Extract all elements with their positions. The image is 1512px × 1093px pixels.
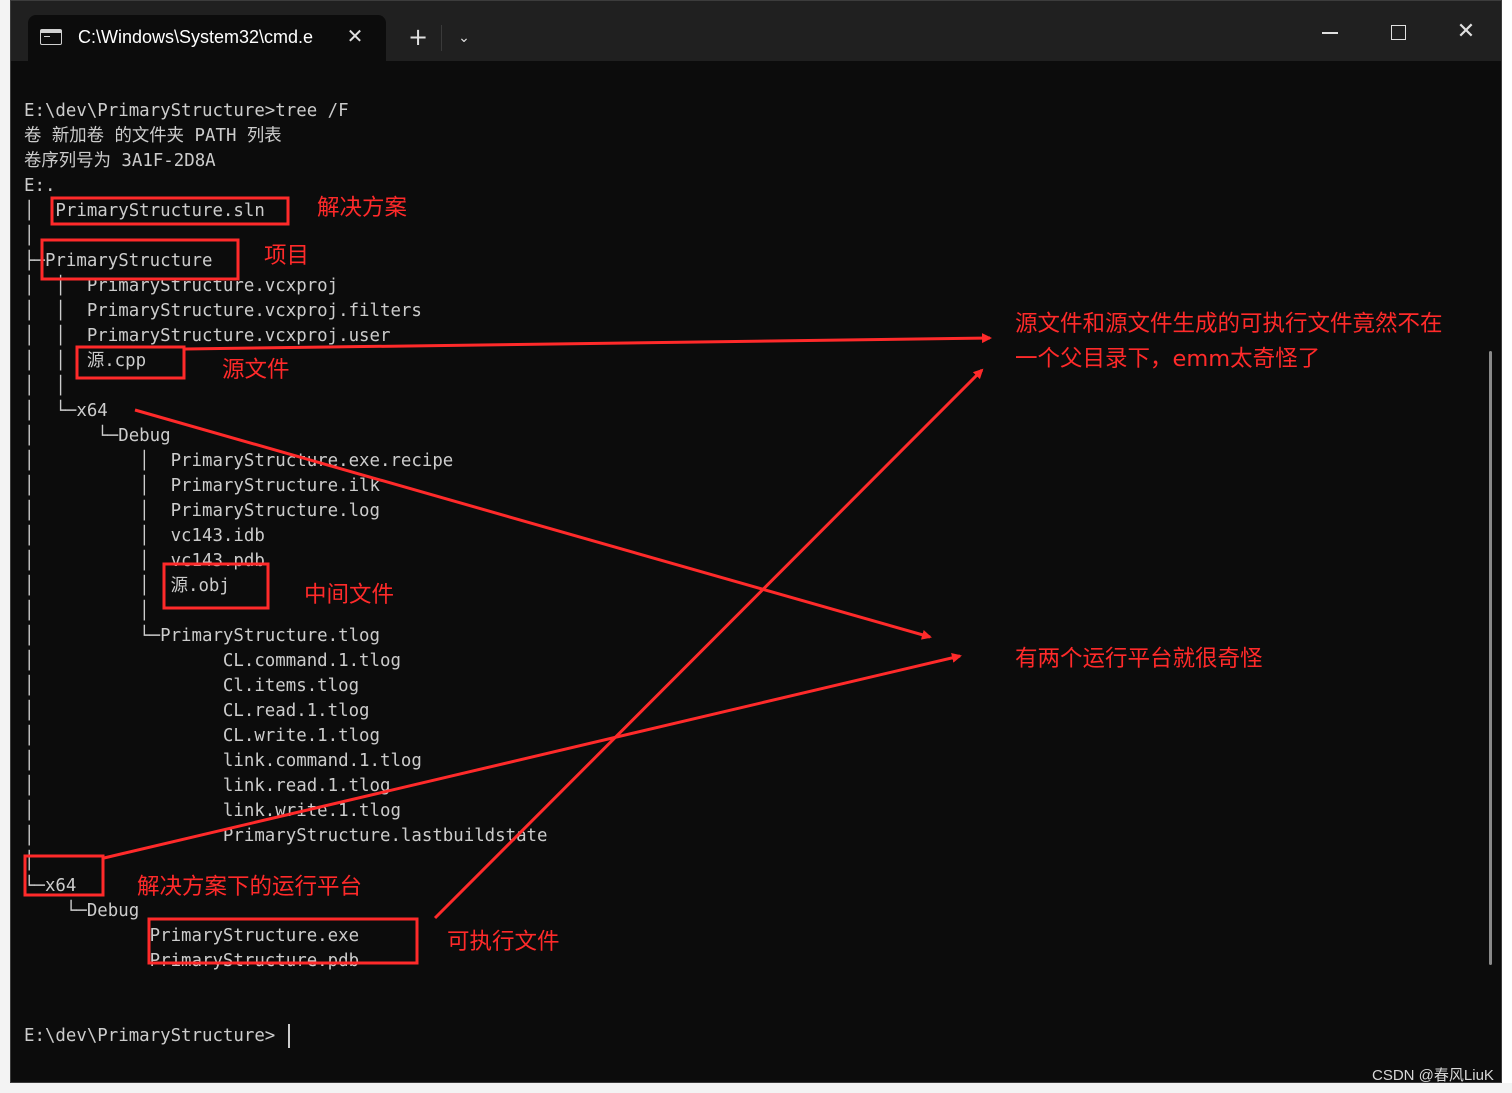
highlight-exe [147,917,419,965]
arrow-x64-platform [134,408,932,640]
arrow-exe-note [433,368,984,920]
annotation-platforms: 有两个运行平台就很奇怪 [1015,646,1263,672]
highlight-project [40,238,240,281]
annotation-intermediate: 中间文件 [304,582,395,608]
annotation-overlay [23,196,992,965]
annotation-solution-platform: 解决方案下的运行平台 [137,874,363,900]
watermark: CSDN @春风LiuK [1372,1067,1494,1084]
highlight-x64 [23,854,105,897]
highlight-obj [162,562,270,610]
annotation-note-line1: 源文件和源文件生成的可执行文件竟然不在 [1015,311,1443,337]
annotation-note-line2: 一个父目录下，emm太奇怪了 [1015,346,1321,372]
highlight-sln [50,196,290,226]
arrow-solution-platform [103,652,962,860]
annotation-project: 项目 [264,243,310,269]
annotation-executable: 可执行文件 [447,929,560,955]
arrow-source-note [184,333,992,351]
highlight-source [75,345,186,380]
annotation-solution: 解决方案 [317,195,408,221]
annotation-source-file: 源文件 [222,357,290,383]
